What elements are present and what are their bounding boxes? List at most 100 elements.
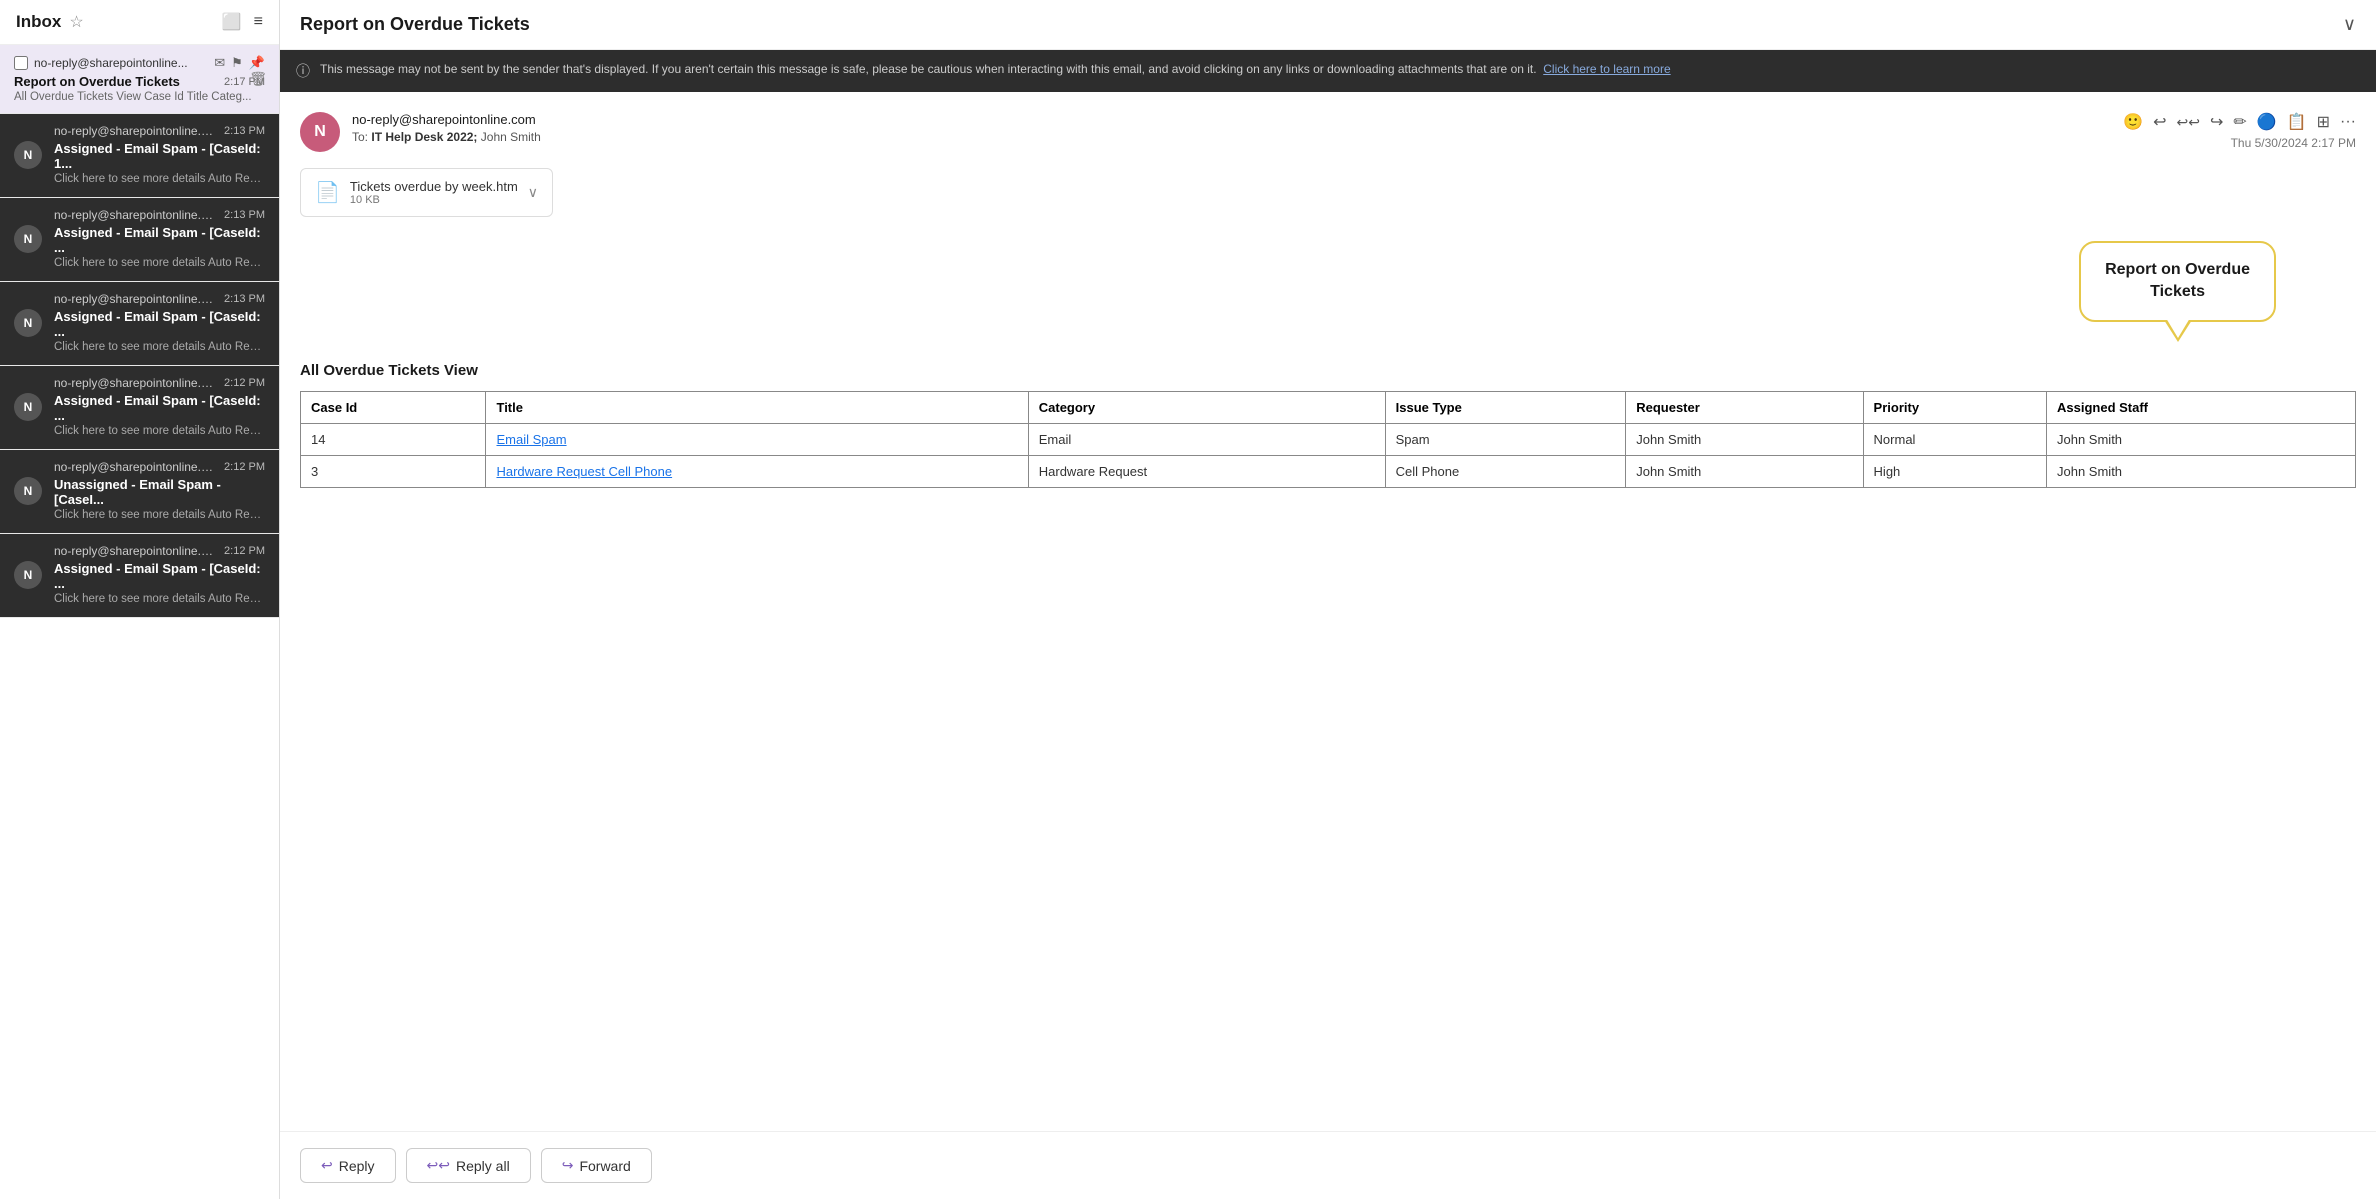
- email-time: 2:13 PM: [224, 125, 265, 137]
- inbox-title-group: Inbox ☆: [16, 12, 84, 32]
- email-sender: no-reply@sharepointonline.com: [54, 292, 216, 306]
- avatar: N: [14, 393, 42, 421]
- tickets-table: Case Id Title Category Issue Type Reques…: [300, 391, 2356, 488]
- cell-issuetype: Cell Phone: [1385, 455, 1626, 487]
- window-icon[interactable]: ⬜: [222, 12, 242, 32]
- email-list: no-reply@sharepointonline... ✉ ⚑ 📌 Repor…: [0, 45, 279, 1199]
- inbox-title: Inbox: [16, 12, 61, 32]
- list-item[interactable]: N no-reply@sharepointonline.com 2:12 PM …: [0, 450, 279, 534]
- reply-button-label: Reply: [339, 1158, 375, 1174]
- to-label: To:: [352, 130, 368, 144]
- to-value: IT Help Desk 2022;: [371, 130, 477, 144]
- list-item[interactable]: N no-reply@sharepointonline.com 2:12 PM …: [0, 534, 279, 618]
- print-icon[interactable]: 📋: [2287, 112, 2307, 132]
- email-meta-row: N no-reply@sharepointonline.com To: IT H…: [300, 112, 2356, 152]
- email-checkbox[interactable]: [14, 56, 28, 70]
- list-item[interactable]: N no-reply@sharepointonline.com 2:13 PM …: [0, 198, 279, 282]
- reply-button[interactable]: ↩ Reply: [300, 1148, 396, 1183]
- list-item[interactable]: N no-reply@sharepointonline.com 2:13 PM …: [0, 282, 279, 366]
- email-action-icons: ✉ ⚑ 📌: [214, 55, 265, 71]
- forward-button-label: Forward: [579, 1158, 630, 1174]
- email-time: 2:12 PM: [224, 545, 265, 557]
- cell-category: Hardware Request: [1028, 455, 1385, 487]
- avatar: N: [14, 561, 42, 589]
- email-item-content: no-reply@sharepointonline.com 2:12 PM Un…: [54, 460, 265, 521]
- email-preview: Click here to see more details Auto Repl…: [54, 173, 265, 185]
- menu-icon[interactable]: ≡: [254, 13, 263, 31]
- attachment-chevron-icon[interactable]: ∨: [528, 184, 538, 201]
- email-subject: Assigned - Email Spam - [CaseId: ...: [54, 393, 265, 423]
- list-item[interactable]: N no-reply@sharepointonline.com 2:13 PM …: [0, 114, 279, 198]
- edit-icon[interactable]: ✏: [2233, 112, 2246, 132]
- emoji-icon[interactable]: 🙂: [2123, 112, 2143, 132]
- email-preview: Click here to see more details Auto Repl…: [54, 509, 265, 521]
- email-header: no-reply@sharepointonline.com 2:12 PM: [54, 376, 265, 390]
- grid-icon[interactable]: ⊞: [2317, 112, 2330, 132]
- reply-icon[interactable]: ↩: [2153, 112, 2166, 132]
- email-time: 2:12 PM: [224, 461, 265, 473]
- email-item-content: no-reply@sharepointonline.com 2:13 PM As…: [54, 208, 265, 269]
- teams-icon[interactable]: 🔵: [2257, 112, 2277, 132]
- email-subject: Unassigned - Email Spam - [CaseI...: [54, 477, 265, 507]
- table-header-title: Title: [486, 391, 1028, 423]
- email-time: 2:13 PM: [224, 293, 265, 305]
- email-item-content: no-reply@sharepointonline.com 2:12 PM As…: [54, 544, 265, 605]
- avatar: N: [14, 477, 42, 505]
- hardware-request-link[interactable]: Hardware Request Cell Phone: [496, 464, 672, 479]
- email-detail-panel: Report on Overdue Tickets ∨ ⓘ This messa…: [280, 0, 2376, 1199]
- table-row: 14 Email Spam Email Spam John Smith Norm…: [301, 423, 2356, 455]
- forward-icon[interactable]: ↪: [2210, 112, 2223, 132]
- cell-caseid: 3: [301, 455, 486, 487]
- email-toolbar: 🙂 ↩ ↩↩ ↪ ✏ 🔵 📋 ⊞ ···: [2123, 112, 2356, 132]
- reply-button-icon: ↩: [321, 1157, 333, 1174]
- learn-more-link[interactable]: Click here to learn more: [1543, 62, 1670, 76]
- email-time: 2:13 PM: [224, 209, 265, 221]
- cell-priority: Normal: [1863, 423, 2046, 455]
- email-body-area: N no-reply@sharepointonline.com To: IT H…: [280, 92, 2376, 1131]
- speech-bubble: Report on OverdueTickets: [2079, 241, 2276, 322]
- avatar: N: [14, 309, 42, 337]
- email-from-info: no-reply@sharepointonline.com To: IT Hel…: [352, 112, 541, 144]
- attachment-box[interactable]: 📄 Tickets overdue by week.htm 10 KB ∨: [300, 168, 553, 217]
- inbox-panel: Inbox ☆ ⬜ ≡ no-reply@sharepointonline...…: [0, 0, 280, 1199]
- email-from-address: no-reply@sharepointonline.com: [352, 112, 541, 127]
- delete-icon[interactable]: 🗑: [249, 71, 267, 88]
- warning-text: This message may not be sent by the send…: [320, 60, 1671, 78]
- sender-avatar: N: [300, 112, 340, 152]
- table-header-assignedstaff: Assigned Staff: [2047, 391, 2356, 423]
- email-subject: Assigned - Email Spam - [CaseId: ...: [54, 309, 265, 339]
- email-sender: no-reply@sharepointonline.com: [54, 208, 216, 222]
- more-icon[interactable]: ···: [2340, 113, 2356, 131]
- email-header: no-reply@sharepointonline.com 2:13 PM: [54, 292, 265, 306]
- email-toolbar-right: 🙂 ↩ ↩↩ ↪ ✏ 🔵 📋 ⊞ ··· Thu 5/30/2024 2:17 …: [2123, 112, 2356, 150]
- cell-title: Email Spam: [486, 423, 1028, 455]
- email-header: no-reply@sharepointonline.com 2:13 PM: [54, 124, 265, 138]
- table-header-priority: Priority: [1863, 391, 2046, 423]
- email-item-content: no-reply@sharepointonline.com 2:13 PM As…: [54, 124, 265, 185]
- pin-icon[interactable]: 📌: [249, 55, 265, 71]
- email-item-content: no-reply@sharepointonline.com 2:12 PM As…: [54, 376, 265, 437]
- flag-icon[interactable]: ⚑: [231, 55, 243, 71]
- info-icon: ⓘ: [296, 61, 310, 82]
- reply-all-icon[interactable]: ↩↩: [2176, 114, 2199, 131]
- envelope-icon[interactable]: ✉: [214, 55, 225, 71]
- email-subject: Report on Overdue Tickets: [14, 74, 216, 89]
- email-time: 2:12 PM: [224, 377, 265, 389]
- table-header-issuetype: Issue Type: [1385, 391, 1626, 423]
- attachment-file-icon: 📄: [315, 180, 340, 205]
- email-item-selected[interactable]: no-reply@sharepointonline... ✉ ⚑ 📌 Repor…: [0, 45, 279, 114]
- star-icon[interactable]: ☆: [69, 12, 83, 32]
- email-preview: Click here to see more details Auto Repl…: [54, 593, 265, 605]
- to-name: John Smith: [481, 130, 541, 144]
- list-item[interactable]: N no-reply@sharepointonline.com 2:12 PM …: [0, 366, 279, 450]
- cell-requester: John Smith: [1626, 455, 1863, 487]
- inbox-header-icons: ⬜ ≡: [222, 12, 263, 32]
- email-spam-link[interactable]: Email Spam: [496, 432, 566, 447]
- reply-all-button[interactable]: ↩↩ Reply all: [406, 1148, 531, 1183]
- forward-button[interactable]: ↪ Forward: [541, 1148, 652, 1183]
- email-subject: Assigned - Email Spam - [CaseId: ...: [54, 561, 265, 591]
- email-date: Thu 5/30/2024 2:17 PM: [2231, 136, 2356, 150]
- table-row: 3 Hardware Request Cell Phone Hardware R…: [301, 455, 2356, 487]
- collapse-icon[interactable]: ∨: [2343, 14, 2356, 35]
- email-item-content: no-reply@sharepointonline.com 2:13 PM As…: [54, 292, 265, 353]
